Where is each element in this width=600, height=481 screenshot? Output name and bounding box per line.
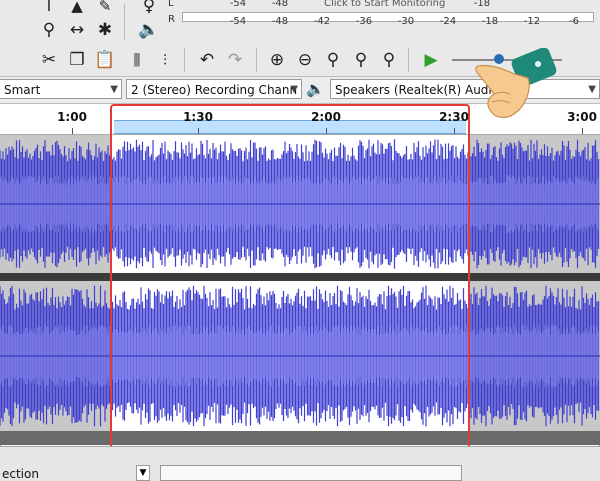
cursor-tool-icon[interactable]: Ι	[36, 0, 62, 18]
pointing-hand-icon	[475, 48, 557, 119]
timeline-label: 2:00	[311, 110, 341, 124]
selection-label: ection	[2, 467, 39, 481]
audio-track-left-channel[interactable]	[0, 135, 600, 273]
meter-tick: -24	[439, 16, 457, 27]
selection-range-band[interactable]	[114, 120, 466, 134]
recording-meter[interactable]: L R -54 -48 Click to Start Monitoring -1…	[168, 0, 600, 44]
meter-tick: -48	[271, 16, 289, 27]
timeshift-tool-icon[interactable]: ↔	[64, 18, 90, 42]
fit-selection-icon[interactable]: ⚲	[320, 48, 346, 72]
meter-scale-bottom: -54 -48 -42 -36 -30 -24 -18 -12 -6	[186, 16, 586, 34]
tools-toolbar: Ι ▲ ✎ ⚲ ↔ ✱ ♀ 🔈 L R -54 -48 Click to Sta…	[0, 0, 600, 45]
multi-tool-icon[interactable]: ✱	[92, 18, 118, 42]
timeline-label: 1:30	[183, 110, 213, 124]
meter-tick: -18	[481, 16, 499, 27]
envelope-tool-icon[interactable]: ▲	[64, 0, 90, 18]
chevron-down-icon: ▼	[110, 84, 118, 95]
timeline-label: 1:00	[57, 110, 87, 124]
monitoring-hint[interactable]: Click to Start Monitoring	[324, 0, 445, 9]
meter-left-label: L	[168, 0, 174, 9]
recording-channels-value: 2 (Stereo) Recording Chann	[131, 83, 298, 97]
selection-toolbar: ection ▼	[0, 446, 600, 481]
timeline-label: 2:30	[439, 110, 469, 124]
zoom-in-icon[interactable]: ⊕	[264, 48, 290, 72]
meter-tick: -54	[229, 16, 247, 27]
fit-project-icon[interactable]: ⚲	[348, 48, 374, 72]
meter-tick: -12	[523, 16, 541, 27]
draw-tool-icon[interactable]: ✎	[92, 0, 118, 18]
chevron-down-icon: ▼	[588, 84, 596, 95]
meter-tick: -54	[229, 0, 247, 9]
recording-channels-select[interactable]: 2 (Stereo) Recording Chann ▼	[126, 79, 302, 99]
silence-icon[interactable]: ⫶	[152, 48, 178, 72]
meter-tick: -36	[355, 16, 373, 27]
meter-tick: -18	[473, 0, 491, 9]
volume-icon[interactable]: 🔈	[136, 18, 162, 42]
cut-icon[interactable]: ✂	[36, 48, 62, 72]
meter-tick: -42	[313, 16, 331, 27]
zoom-toggle-icon[interactable]: ⚲	[376, 48, 402, 72]
timeline-label: 3:00	[567, 110, 597, 124]
audio-host-value: Smart	[4, 83, 41, 97]
meter-right-label: R	[168, 14, 175, 25]
chevron-down-icon[interactable]: ▼	[136, 465, 150, 481]
channel-divider	[0, 273, 600, 281]
audio-host-select[interactable]: Smart ▼	[0, 79, 122, 99]
meter-tick: -48	[271, 0, 289, 9]
toolbar-separator	[124, 4, 125, 40]
track-bottom-bar	[0, 431, 600, 445]
paste-icon[interactable]: 📋	[92, 48, 118, 72]
zoom-out-icon[interactable]: ⊖	[292, 48, 318, 72]
waveform-left	[0, 135, 600, 273]
zoom-tool-icon[interactable]: ⚲	[36, 18, 62, 42]
undo-icon[interactable]: ↶	[194, 48, 220, 72]
selection-time-field[interactable]	[160, 465, 462, 481]
trim-icon[interactable]: ⫼	[124, 48, 150, 72]
play-icon[interactable]: ▶	[418, 48, 444, 72]
mic-icon[interactable]: ♀	[136, 0, 162, 18]
waveform-right	[0, 281, 600, 431]
speaker-icon: 🔈	[306, 80, 325, 98]
chevron-down-icon: ▼	[290, 84, 298, 95]
redo-icon[interactable]: ↷	[222, 48, 248, 72]
copy-icon[interactable]: ❐	[64, 48, 90, 72]
meter-tick: -30	[397, 16, 415, 27]
meter-tick: -6	[569, 16, 579, 27]
audio-track-right-channel[interactable]	[0, 281, 600, 431]
